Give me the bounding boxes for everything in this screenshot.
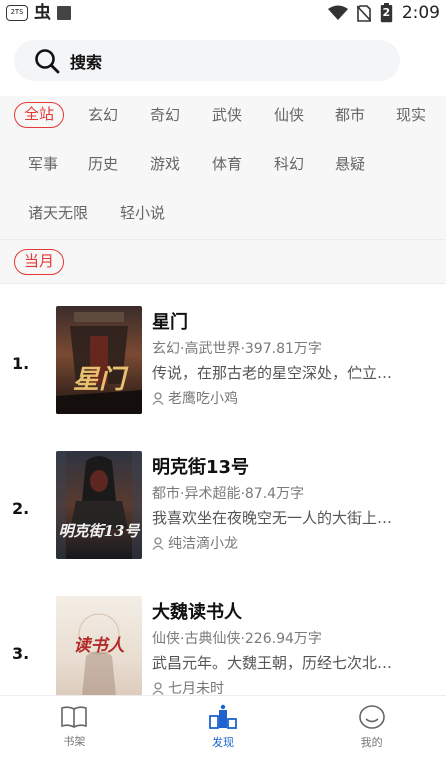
category-chip[interactable]: 科幻 <box>274 151 304 177</box>
discover-icon <box>209 704 237 729</box>
nav-tab-discover[interactable]: 发现 <box>149 696 298 757</box>
book-cover: 读书人 <box>56 596 142 698</box>
list-item[interactable]: 2. 明克街13号 明克街13号 都市·异术超能·87.4万字 我喜欢坐在夜晚空… <box>0 451 446 583</box>
nav-tab-bookshelf[interactable]: 书架 <box>0 696 149 757</box>
category-chip[interactable]: 体育 <box>212 151 242 177</box>
rank-number: 1. <box>12 354 30 373</box>
nav-label: 我的 <box>360 735 383 749</box>
category-chip[interactable]: 悬疑 <box>335 151 365 177</box>
wifi-icon <box>327 5 348 20</box>
book-cover: 星门 <box>56 306 142 414</box>
category-chip[interactable]: 都市 <box>335 102 365 128</box>
nav-label: 发现 <box>212 735 234 749</box>
category-filter-panel: 全站 玄幻 奇幻 武侠 仙侠 都市 现实 军事 历史 游戏 体育 科幻 悬疑 诸… <box>0 96 446 240</box>
book-icon <box>61 705 88 728</box>
category-chip[interactable]: 仙侠 <box>274 102 304 128</box>
book-meta: 都市·异术超能·87.4万字 <box>152 486 305 502</box>
author-name: 纯洁滴小龙 <box>168 536 238 552</box>
bottom-navigation: 书架 发现 我的 <box>0 695 446 757</box>
book-description: 我喜欢坐在夜晚空无一人的大街上… <box>152 509 393 527</box>
category-chip[interactable]: 奇幻 <box>150 102 180 128</box>
category-chip[interactable]: 轻小说 <box>120 200 165 226</box>
notification-badge-icon: 2TS <box>6 5 28 21</box>
period-filter-row: 当月 <box>0 240 446 284</box>
profile-icon <box>358 704 385 729</box>
status-bar: 2TS 虫 2 2:09 <box>0 0 446 26</box>
list-item[interactable]: 3. 读书人 大魏读书人 仙侠·古典仙侠·226.94万字 武昌元年。大魏王朝，… <box>0 596 446 698</box>
period-chip-month[interactable]: 当月 <box>14 249 65 275</box>
author-name: 老鹰吃小鸡 <box>168 391 238 407</box>
category-chip[interactable]: 军事 <box>28 151 58 177</box>
category-chip[interactable]: 玄幻 <box>88 102 118 128</box>
book-cover: 明克街13号 <box>56 451 142 559</box>
cover-title: 明克街13号 <box>58 522 140 540</box>
book-author: 老鹰吃小鸡 <box>152 388 238 408</box>
battery-level: 2 <box>382 6 391 19</box>
bug-app-icon: 虫 <box>34 3 51 23</box>
rank-number: 2. <box>12 499 30 518</box>
category-chip-all[interactable]: 全站 <box>14 102 65 128</box>
stop-icon <box>57 6 71 20</box>
book-author: 纯洁滴小龙 <box>152 533 238 553</box>
author-icon <box>152 681 164 695</box>
nav-label: 书架 <box>63 734 86 748</box>
cover-title: 星门 <box>72 365 125 395</box>
rank-number: 3. <box>12 644 30 663</box>
cover-title: 读书人 <box>73 636 125 656</box>
book-title: 明克街13号 <box>152 457 250 478</box>
nav-tab-profile[interactable]: 我的 <box>297 696 446 757</box>
book-meta: 玄幻·高武世界·397.81万字 <box>152 341 322 357</box>
status-time: 2:09 <box>401 3 440 23</box>
author-icon <box>152 536 164 550</box>
search-icon <box>35 48 60 73</box>
book-description: 传说，在那古老的星空深处，伫立… <box>152 364 393 382</box>
author-icon <box>152 391 164 405</box>
book-title: 大魏读书人 <box>152 602 242 623</box>
list-item[interactable]: 1. 星门 星门 玄幻·高武世界·397.81万字 传说，在那古老的星空深处，伫… <box>0 306 446 438</box>
search-label: 搜索 <box>70 52 103 72</box>
battery-icon: 2 <box>380 3 393 23</box>
category-chip[interactable]: 游戏 <box>150 151 180 177</box>
category-chip[interactable]: 诸天无限 <box>28 200 88 226</box>
book-title: 星门 <box>152 312 188 333</box>
category-chip[interactable]: 现实 <box>396 102 426 128</box>
book-description: 武昌元年。大魏王朝，历经七次北… <box>152 654 393 672</box>
book-meta: 仙侠·古典仙侠·226.94万字 <box>152 631 322 647</box>
category-chip[interactable]: 历史 <box>88 151 118 177</box>
search-bar[interactable]: 搜索 <box>14 40 400 81</box>
no-sim-icon <box>356 4 371 22</box>
category-chip[interactable]: 武侠 <box>212 102 242 128</box>
